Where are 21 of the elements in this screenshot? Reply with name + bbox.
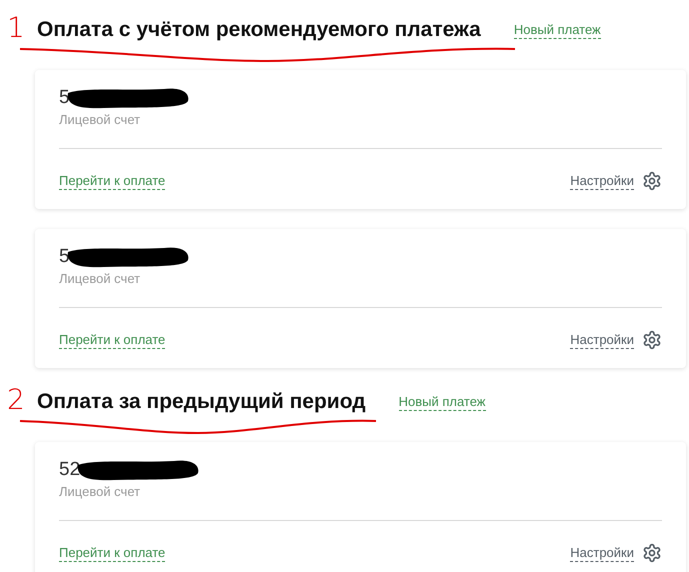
settings-link[interactable]: Настройки — [570, 172, 634, 190]
annotation-number: 2 — [7, 385, 25, 415]
settings-icon[interactable] — [642, 171, 662, 191]
settings-link[interactable]: Настройки — [570, 544, 634, 562]
account-label: Лицевой счет — [59, 271, 142, 287]
settings-link[interactable]: Настройки — [570, 332, 634, 348]
section-title: Оплата за предыдущий период — [37, 390, 366, 414]
section-title: Оплата с учётом рекомендуемого платежа — [37, 18, 481, 42]
settings-icon[interactable] — [642, 330, 662, 350]
account-number: 5 — [59, 246, 70, 268]
account-number: 52 — [59, 459, 80, 481]
new-payment-link[interactable]: Новый платеж — [398, 394, 486, 410]
account-label: Лицевой счет — [59, 112, 142, 128]
new-payment-link[interactable]: Новый платеж — [514, 22, 601, 38]
pay-link[interactable]: Перейти к оплате — [59, 332, 166, 348]
account-number: 5 — [59, 87, 70, 109]
pay-link[interactable]: Перейти к оплате — [59, 172, 166, 190]
account-label: Лицевой счет — [59, 484, 142, 500]
pay-link[interactable]: Перейти к оплате — [59, 544, 166, 562]
settings-icon[interactable] — [642, 543, 662, 563]
annotation-number: 1 — [7, 13, 25, 43]
